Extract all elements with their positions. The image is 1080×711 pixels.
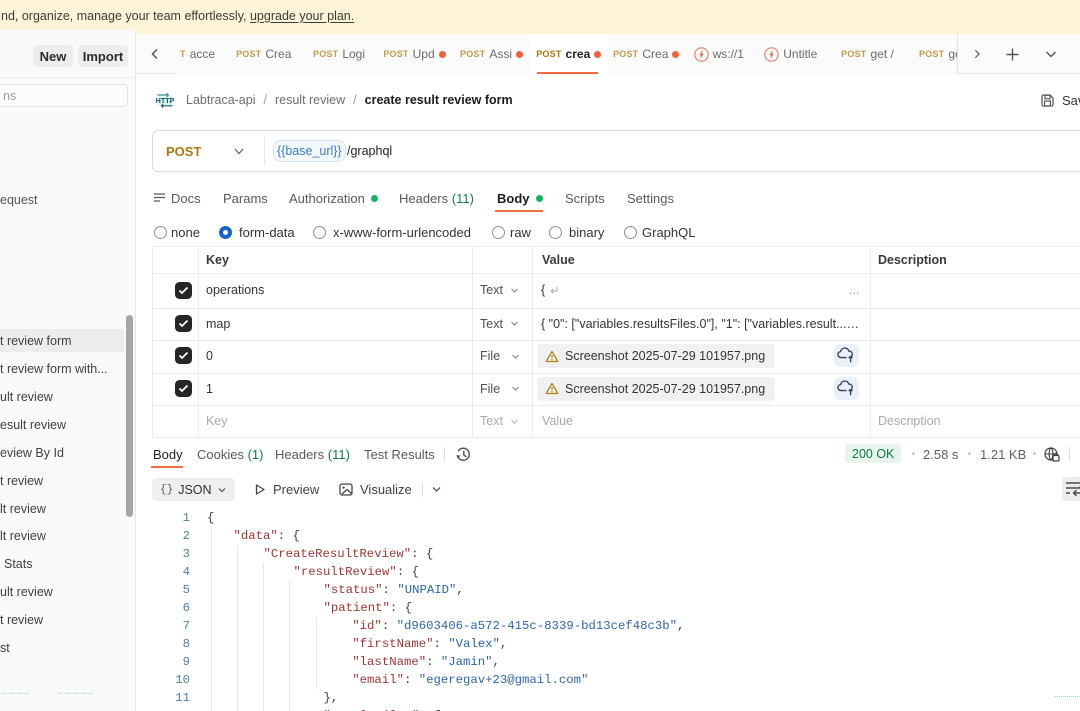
svg-text:HTTP: HTTP — [156, 96, 174, 105]
